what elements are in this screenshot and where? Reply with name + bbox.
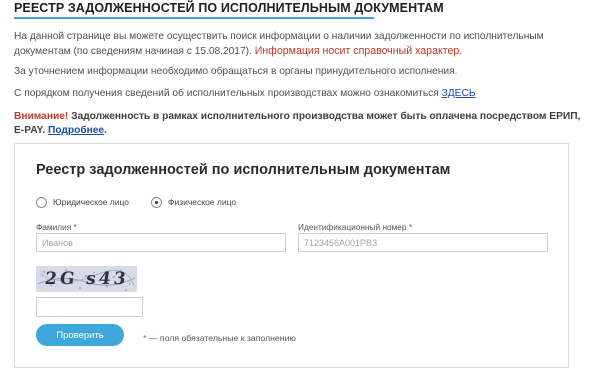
captcha-text: 2G s43 [43,269,130,289]
captcha-input[interactable] [36,297,143,317]
notice-end: . [104,125,107,136]
contact-paragraph: За уточнением информации необходимо обра… [14,66,458,77]
required-note-star: * [143,333,147,343]
search-form-card: Реестр задолженностей по исполнительным … [14,143,569,368]
surname-input[interactable] [36,233,286,252]
radio-individual-label: Физическое лицо [168,197,237,207]
procedure-paragraph: С порядком получения сведений об исполни… [14,88,476,99]
intro-disclaimer: Информация носит справочный характер. [254,45,463,57]
radio-legal-label: Юридическое лицо [53,197,130,207]
surname-label: Фамилия * [36,222,77,232]
id-number-input[interactable] [298,233,548,252]
title-underline [14,17,374,19]
notice-more-link[interactable]: Подробнее [48,125,104,136]
page-title: РЕЕСТР ЗАДОЛЖЕННОСТЕЙ ПО ИСПОЛНИТЕЛЬНЫМ … [14,1,444,15]
procedure-text: С порядком получения сведений об исполни… [14,88,439,99]
required-note-text: — поля обязательные к заполнению [148,333,296,343]
payment-notice: Внимание! Задолженность в рамках исполни… [14,110,590,138]
id-number-label: Идентификационный номер * [298,222,412,232]
check-button[interactable]: Проверить [36,324,124,346]
notice-warning-label: Внимание! [14,111,69,122]
radio-legal-entity[interactable]: Юридическое лицо [36,195,129,209]
captcha-image: 2G s43 [36,266,137,292]
form-title: Реестр задолженностей по исполнительным … [36,162,451,178]
procedure-link[interactable]: ЗДЕСЬ [442,88,476,99]
radio-individual[interactable]: Физическое лицо [151,195,236,209]
required-star: * [408,222,413,232]
radio-circle-legal[interactable] [36,196,47,208]
required-star: * [73,222,77,232]
id-label-text: Идентификационный номер [298,222,407,232]
surname-label-text: Фамилия [36,222,72,232]
radio-circle-individual[interactable] [151,196,162,208]
required-fields-note: * — поля обязательные к заполнению [143,333,296,343]
intro-paragraph: На данной странице вы можете осуществить… [14,30,590,59]
